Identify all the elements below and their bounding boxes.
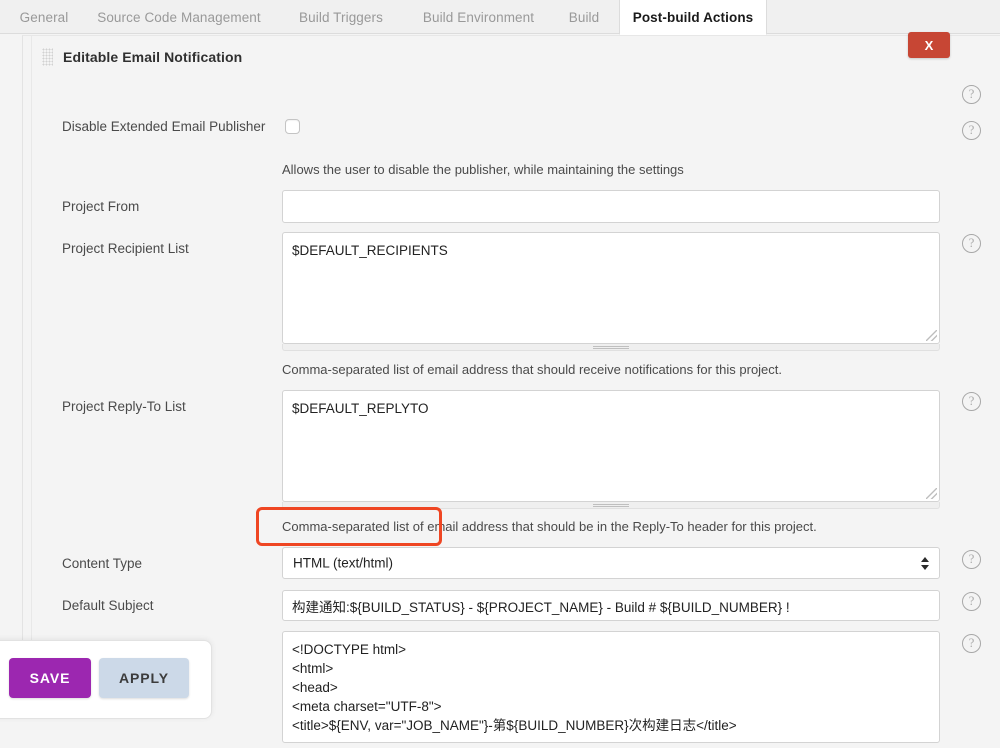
- label-default-subject: Default Subject: [62, 598, 154, 613]
- label-project-from: Project From: [62, 199, 139, 214]
- help-icon-default-subject[interactable]: ?: [962, 592, 981, 611]
- section-title: Editable Email Notification: [63, 49, 242, 65]
- reply-to-list-drag-bar[interactable]: [282, 502, 940, 509]
- description-project-reply-to-list: Comma-separated list of email address th…: [282, 519, 817, 534]
- post-build-actions-panel: Editable Email Notification ? ? ? ? ? ? …: [22, 35, 1000, 705]
- tab-label: Build: [569, 10, 600, 25]
- project-reply-to-list-textarea[interactable]: [282, 390, 940, 502]
- project-from-input[interactable]: [282, 190, 940, 223]
- project-recipient-list-field: [282, 232, 940, 344]
- label-project-recipient-list: Project Recipient List: [62, 241, 189, 256]
- help-icon-content-type[interactable]: ?: [962, 550, 981, 569]
- checkbox-disable-publisher[interactable]: [285, 119, 300, 134]
- tab-label: Source Code Management: [97, 10, 261, 25]
- close-section-button[interactable]: X: [908, 32, 950, 58]
- tab-source-code-management[interactable]: Source Code Management: [84, 0, 274, 34]
- tab-label: Build Environment: [423, 10, 534, 25]
- tab-general[interactable]: General: [8, 0, 80, 34]
- help-icon-default-content[interactable]: ?: [962, 634, 981, 653]
- panel-content: Editable Email Notification ? ? ? ? ? ? …: [31, 36, 1000, 706]
- tab-label: Post-build Actions: [633, 10, 754, 25]
- help-icon-reply-to-list[interactable]: ?: [962, 392, 981, 411]
- help-icon-disable-publisher[interactable]: ?: [962, 121, 981, 140]
- stepper-arrows-icon[interactable]: [920, 554, 929, 572]
- apply-button[interactable]: APPLY: [99, 658, 189, 698]
- help-icon-section[interactable]: ?: [962, 85, 981, 104]
- recipient-list-drag-bar[interactable]: [282, 344, 940, 351]
- tab-bar: General Source Code Management Build Tri…: [0, 0, 1000, 34]
- help-icon-recipient-list[interactable]: ?: [962, 234, 981, 253]
- tab-post-build-actions[interactable]: Post-build Actions: [619, 0, 767, 35]
- tab-build-environment[interactable]: Build Environment: [407, 0, 550, 34]
- drag-handle-icon[interactable]: [42, 48, 53, 66]
- content-type-value: HTML (text/html): [293, 556, 393, 571]
- section-header: Editable Email Notification: [42, 48, 242, 66]
- content-type-select[interactable]: HTML (text/html): [282, 547, 940, 579]
- save-button[interactable]: SAVE: [9, 658, 91, 698]
- description-disable-publisher: Allows the user to disable the publisher…: [282, 162, 684, 177]
- save-bar: SAVE APPLY: [0, 640, 212, 719]
- tab-build-triggers[interactable]: Build Triggers: [282, 0, 400, 34]
- default-subject-input[interactable]: [282, 590, 940, 621]
- label-project-reply-to-list: Project Reply-To List: [62, 399, 186, 414]
- project-reply-to-list-field: [282, 390, 940, 502]
- label-content-type: Content Type: [62, 556, 142, 571]
- project-recipient-list-textarea[interactable]: [282, 232, 940, 344]
- tab-label: Build Triggers: [299, 10, 383, 25]
- tab-build[interactable]: Build: [556, 0, 612, 34]
- default-content-field: [282, 631, 940, 743]
- label-disable-publisher: Disable Extended Email Publisher: [62, 119, 265, 134]
- description-project-recipient-list: Comma-separated list of email address th…: [282, 362, 782, 377]
- tab-label: General: [20, 10, 69, 25]
- default-content-textarea[interactable]: [282, 631, 940, 743]
